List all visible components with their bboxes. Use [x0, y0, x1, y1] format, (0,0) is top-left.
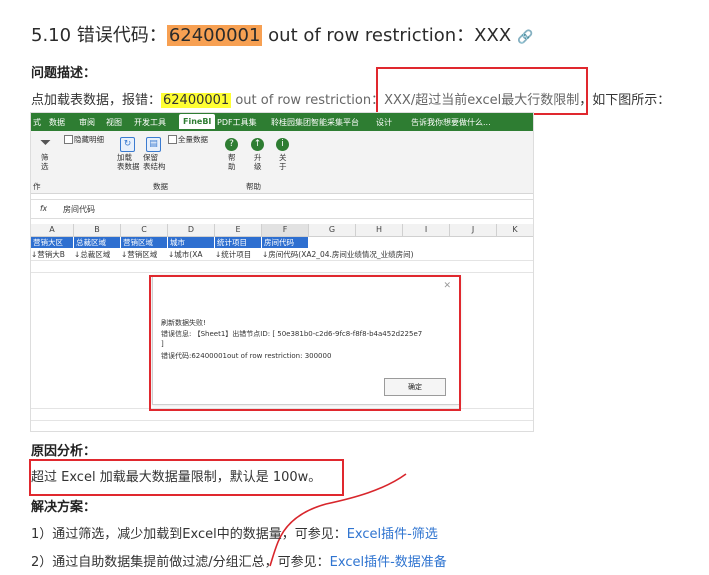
ribbon-tab-finebi[interactable]: FineBI: [179, 114, 216, 129]
problem-text-after: ，如下图所示：: [579, 93, 671, 108]
column-header[interactable]: J: [450, 224, 497, 237]
grid-line: [31, 420, 533, 421]
highlight-box-error-message: [376, 67, 588, 115]
full-data-checkbox[interactable]: [168, 135, 177, 144]
upgrade-icon[interactable]: ↑: [251, 138, 264, 151]
table-header-cell[interactable]: 房间代码: [262, 237, 308, 248]
full-data-label: 全量数据: [178, 135, 208, 144]
ribbon-tab[interactable]: 视图: [106, 117, 122, 128]
table-row[interactable]: ↓房间代码(XA2_04.房间业绩情况_业绩房间): [262, 249, 414, 260]
problem-error-code: 62400001: [161, 93, 232, 108]
table-header-cell[interactable]: 营销区域: [121, 237, 167, 248]
title-prefix: 5.10 错误代码：: [31, 25, 167, 46]
table-row[interactable]: ↓营销大B: [31, 249, 65, 260]
table-header-cell[interactable]: 城市: [168, 237, 214, 248]
solution-item-2-text: 2）通过自助数据集提前做过滤/分组汇总，可参见：: [31, 555, 330, 570]
page-title: 5.10 错误代码： 62400001 out of row restrictio…: [31, 21, 533, 47]
link-icon[interactable]: 🔗: [517, 30, 533, 45]
fx-label: fx: [40, 204, 48, 213]
table-header-cell[interactable]: 营销大区: [31, 237, 73, 248]
grid-line: [31, 272, 533, 273]
keep-structure-icon[interactable]: ▤: [146, 137, 161, 152]
ribbon-group-label: 帮助: [246, 182, 261, 191]
table-header-cell[interactable]: 总裁区域: [74, 237, 120, 248]
ribbon-tab-bar: 式 数据 审阅 视图 开发工具 FineBI PDF工具集 聆桂园集团智能采集平…: [31, 113, 533, 131]
ribbon-tab[interactable]: 设计: [376, 117, 392, 128]
highlight-box-dialog: [149, 275, 461, 411]
problem-text-gray: out of row restriction：: [231, 93, 385, 108]
problem-heading: 问题描述：: [31, 66, 97, 81]
table-header-cell[interactable]: 统计项目: [215, 237, 261, 248]
ribbon-tab[interactable]: PDF工具集: [217, 117, 257, 128]
column-header[interactable]: B: [74, 224, 121, 237]
table-row[interactable]: ↓统计项目: [215, 249, 251, 260]
load-data-icon[interactable]: ↻: [120, 137, 135, 152]
ribbon-tell-me[interactable]: 告诉我你想要做什么...: [411, 117, 491, 128]
excel-plugin-filter-link[interactable]: Excel插件-筛选: [347, 527, 438, 542]
grid-line: [31, 260, 533, 261]
ribbon-group-label: 作: [33, 182, 41, 191]
filter-icon[interactable]: ⏷: [40, 135, 51, 151]
solution-item-2: 2）通过自助数据集提前做过滤/分组汇总，可参见：Excel插件-数据准备: [31, 551, 447, 570]
excel-plugin-data-prep-link[interactable]: Excel插件-数据准备: [330, 555, 447, 570]
title-suffix: out of row restriction：XXX: [262, 25, 512, 46]
hide-details-checkbox[interactable]: [64, 135, 73, 144]
keep-structure-button-label[interactable]: 保留 表结构: [143, 153, 166, 171]
column-header[interactable]: E: [215, 224, 262, 237]
column-header[interactable]: D: [168, 224, 215, 237]
table-row[interactable]: ↓城市(XA: [168, 249, 202, 260]
load-data-button-label[interactable]: 加载 表数据: [117, 153, 140, 171]
ribbon-tab[interactable]: 数据: [49, 117, 65, 128]
about-button-label[interactable]: 关 于: [279, 153, 287, 171]
ribbon-tab[interactable]: 式: [33, 117, 41, 128]
ribbon-group-label: 数据: [153, 182, 168, 191]
column-header[interactable]: I: [403, 224, 450, 237]
cause-heading: 原因分析：: [31, 444, 97, 459]
column-header[interactable]: F: [262, 224, 309, 237]
column-header[interactable]: H: [356, 224, 403, 237]
ribbon-tab[interactable]: 开发工具: [134, 117, 166, 128]
upgrade-button-label[interactable]: 升 级: [254, 153, 262, 171]
column-header[interactable]: A: [31, 224, 74, 237]
help-icon[interactable]: ?: [225, 138, 238, 151]
hide-details-label: 隐藏明细: [74, 135, 104, 144]
column-header[interactable]: K: [497, 224, 533, 237]
formula-bar[interactable]: fx 房间代码: [31, 199, 533, 219]
about-icon[interactable]: i: [276, 138, 289, 151]
filter-button-label[interactable]: 筛 选: [41, 153, 49, 171]
column-header[interactable]: C: [121, 224, 168, 237]
solution-heading: 解决方案：: [31, 500, 97, 515]
formula-value[interactable]: 房间代码: [63, 204, 95, 215]
ribbon-tab[interactable]: 聆桂园集团智能采集平台: [271, 117, 359, 128]
solution-item-1-text: 1）通过筛选，减少加载到Excel中的数据量，可参见：: [31, 527, 347, 542]
title-error-code: 62400001: [166, 25, 263, 46]
column-header[interactable]: G: [309, 224, 356, 237]
table-row[interactable]: ↓总裁区域: [74, 249, 110, 260]
ribbon-body: ⏷ 筛 选 作 隐藏明细 ↻ 加载 表数据 ▤ 保留 表结构 全量数据 数据 ?…: [31, 131, 533, 194]
ribbon-tab[interactable]: 审阅: [79, 117, 95, 128]
help-button-label[interactable]: 帮 助: [228, 153, 236, 171]
problem-text-before: 点加载表数据，报错：: [31, 93, 162, 108]
solution-item-1: 1）通过筛选，减少加载到Excel中的数据量，可参见：Excel插件-筛选: [31, 523, 438, 542]
table-row[interactable]: ↓营销区域: [121, 249, 157, 260]
